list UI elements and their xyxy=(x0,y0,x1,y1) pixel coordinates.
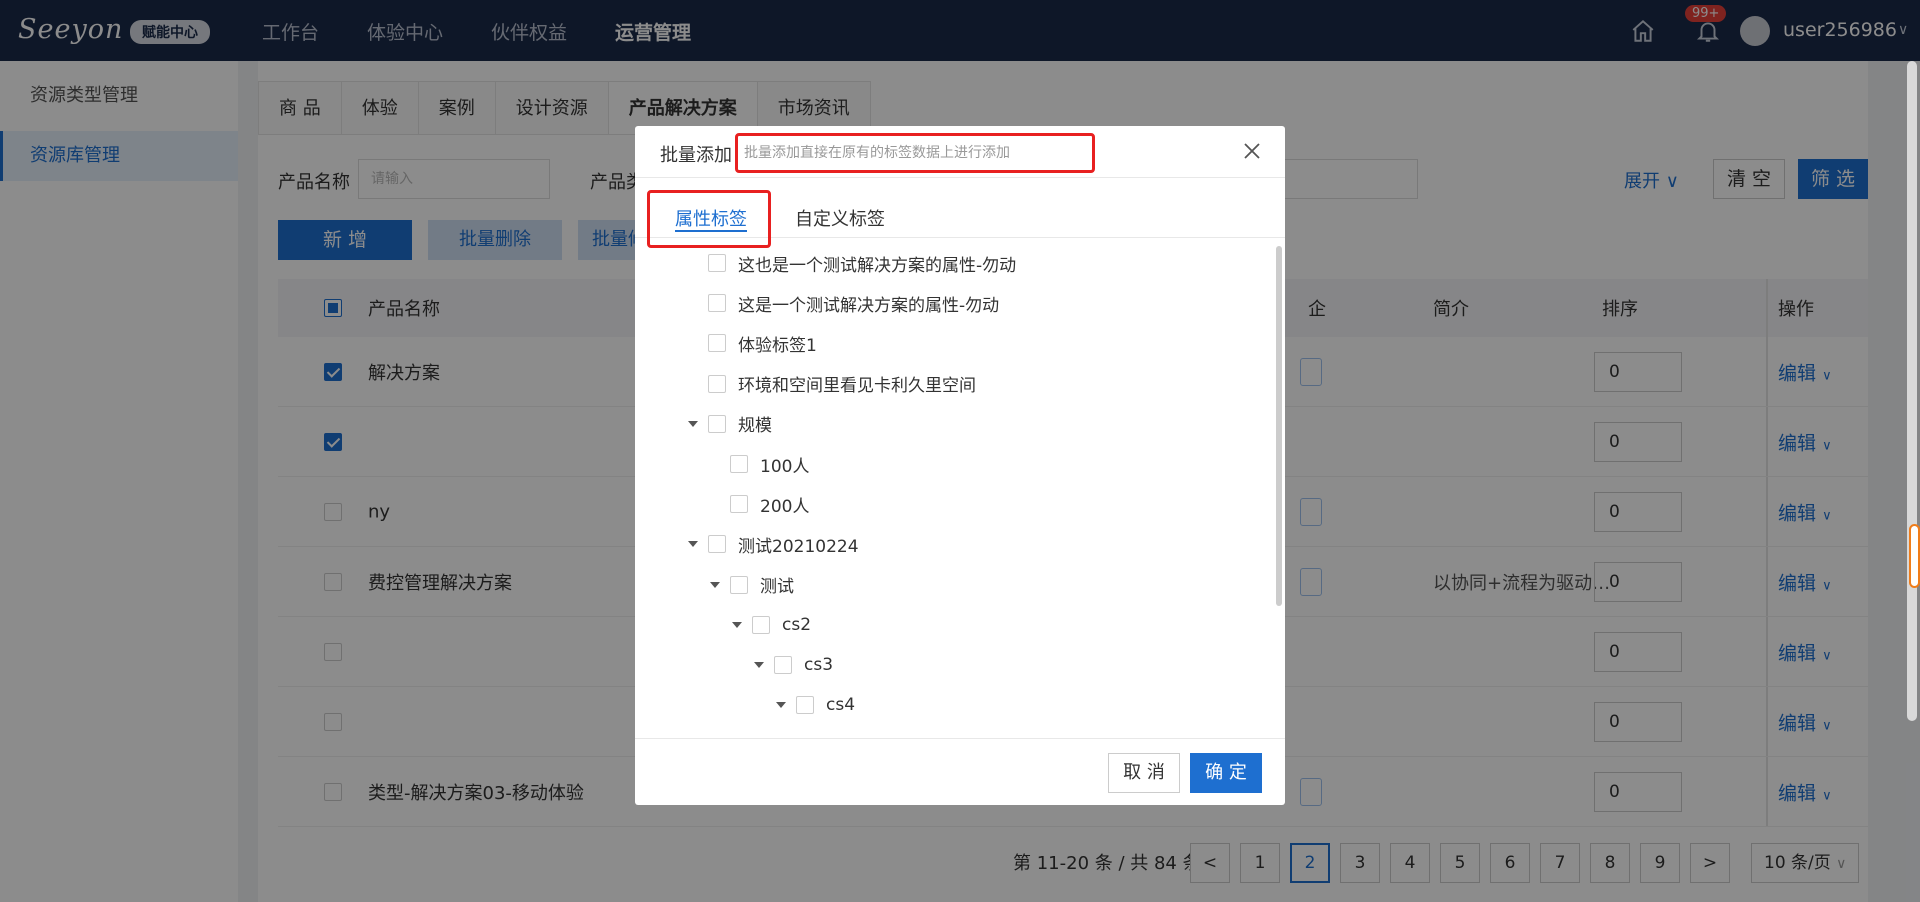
active-tab-indicator xyxy=(675,230,747,232)
caret-down-icon[interactable] xyxy=(710,581,720,588)
tree-node-label: 这是一个测试解决方案的属性-勿动 xyxy=(738,295,1000,316)
tree-node[interactable]: cs4 xyxy=(776,690,855,718)
tree-node-label: 体验标签1 xyxy=(738,335,817,356)
dialog-tip: 批量添加直接在原有的标签数据上进行添加 xyxy=(735,133,1095,173)
tree-node[interactable]: 测试 xyxy=(710,570,794,600)
tree-checkbox[interactable] xyxy=(796,696,814,715)
dialog-footer: 取 消 确 定 xyxy=(635,738,1285,805)
caret-down-icon[interactable] xyxy=(776,702,786,709)
tree-node-label: 环境和空间里看见卡利久里空间 xyxy=(738,376,976,397)
page-scrollbar-thumb[interactable] xyxy=(1909,524,1920,588)
tag-tree: 这也是一个测试解决方案的属性-勿动 这是一个测试解决方案的属性-勿动 体验标签1 环境… xyxy=(635,238,1285,718)
tree-node-label: 100人 xyxy=(760,456,810,477)
confirm-button[interactable]: 确 定 xyxy=(1190,753,1262,793)
tree-checkbox[interactable] xyxy=(708,334,726,353)
close-icon[interactable] xyxy=(1240,139,1264,163)
page-scrollbar[interactable] xyxy=(1907,61,1917,721)
caret-down-icon[interactable] xyxy=(688,541,698,548)
tree-node[interactable]: 200人 xyxy=(710,489,809,519)
tree-node[interactable]: 规模 xyxy=(688,409,772,439)
tab-custom-tags[interactable]: 自定义标签 xyxy=(795,205,885,231)
tree-node-label: cs2 xyxy=(782,614,812,635)
tree-checkbox[interactable] xyxy=(730,495,748,514)
tree-node[interactable]: 这也是一个测试解决方案的属性-勿动 xyxy=(688,248,1016,278)
tree-checkbox[interactable] xyxy=(708,294,726,313)
tree-node-label: 测试 xyxy=(760,577,794,598)
tree-node[interactable]: 体验标签1 xyxy=(688,328,817,358)
tree-checkbox[interactable] xyxy=(730,575,748,594)
tree-node-label: cs4 xyxy=(826,695,856,716)
tree-checkbox[interactable] xyxy=(752,615,770,634)
tree-node-label: cs3 xyxy=(804,655,834,675)
dialog-tabs: 属性标签 自定义标签 xyxy=(635,178,1285,248)
tab-attribute-tags[interactable]: 属性标签 xyxy=(675,205,747,231)
caret-down-icon[interactable] xyxy=(754,662,764,668)
tree-node-label: 规模 xyxy=(738,416,772,437)
tree-checkbox[interactable] xyxy=(730,455,748,473)
tree-node-label: 200人 xyxy=(760,496,810,517)
bulk-add-dialog: 批量添加 批量添加直接在原有的标签数据上进行添加 属性标签 自定义标签 这也是一… xyxy=(635,126,1285,805)
dialog-header: 批量添加 批量添加直接在原有的标签数据上进行添加 xyxy=(635,126,1285,178)
tree-node[interactable]: cs2 xyxy=(732,610,811,640)
tree-checkbox[interactable] xyxy=(708,535,726,554)
tree-checkbox[interactable] xyxy=(774,656,792,674)
cancel-button[interactable]: 取 消 xyxy=(1108,753,1180,793)
tree-node[interactable]: 测试20210224 xyxy=(688,529,859,559)
tree-scrollbar[interactable] xyxy=(1276,246,1282,606)
tree-node[interactable]: cs3 xyxy=(754,650,833,680)
tree-node-label: 这也是一个测试解决方案的属性-勿动 xyxy=(738,255,1017,276)
tree-node[interactable]: 环境和空间里看见卡利久里空间 xyxy=(688,369,976,399)
tree-node[interactable]: 100人 xyxy=(710,449,809,479)
tree-node[interactable]: 这是一个测试解决方案的属性-勿动 xyxy=(688,288,999,318)
tree-checkbox[interactable] xyxy=(708,254,726,272)
caret-down-icon[interactable] xyxy=(688,420,698,427)
tree-checkbox[interactable] xyxy=(708,414,726,433)
dialog-title: 批量添加 xyxy=(660,145,732,166)
caret-down-icon[interactable] xyxy=(732,621,742,628)
tree-checkbox[interactable] xyxy=(708,374,726,393)
tree-node-label: 测试20210224 xyxy=(738,536,859,557)
